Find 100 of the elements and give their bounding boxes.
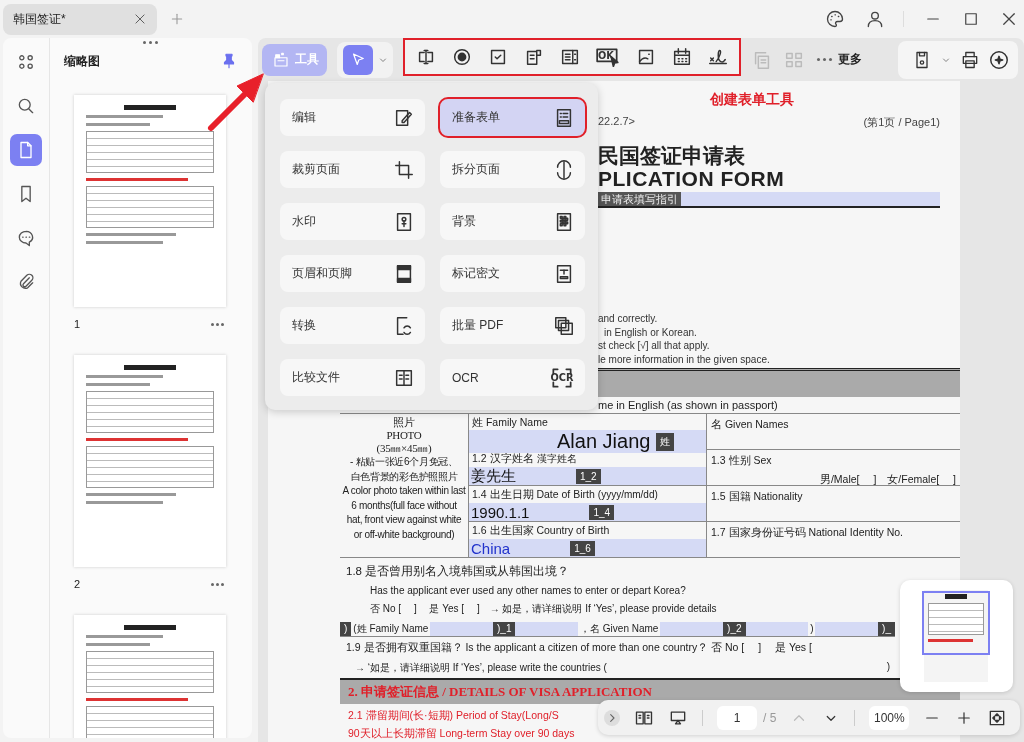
field-value: China <box>471 539 511 557</box>
field-value: Alan Jiang <box>557 430 651 453</box>
question-text: 1.9 是否拥有双重国籍？ Is the applicant a citizen of more than one country？ 否 No [ ] 是 Yes [ <box>346 641 813 655</box>
field-label: 1.2 汉字姓名 <box>472 452 534 464</box>
palette-icon[interactable] <box>825 9 845 29</box>
sparkle-icon[interactable] <box>988 48 1010 71</box>
viewport-frame[interactable] <box>922 591 990 655</box>
field-label: ) <box>808 622 816 636</box>
menu-item[interactable]: OCR OCR <box>440 359 585 396</box>
field-value: 1990.1.1 <box>471 503 530 521</box>
menu-item[interactable]: 拆分页面 <box>440 151 585 188</box>
field-tag: )_2 <box>723 622 746 636</box>
toolbox-icon <box>272 50 290 69</box>
field-sublabel: (yyyy/mm/dd) <box>597 489 658 500</box>
field-value: 姜先生 <box>471 466 516 486</box>
date-tool-icon[interactable] <box>671 46 693 68</box>
instruction-line: and correctly. <box>598 312 659 326</box>
crop-icon <box>393 158 415 181</box>
field-tag: 1_2 <box>576 468 601 484</box>
expand-icon[interactable] <box>604 709 620 726</box>
menu-item[interactable]: 准备表单 <box>440 99 585 136</box>
photo-instruction: PHOTO <box>386 429 422 442</box>
user-icon[interactable] <box>865 9 885 29</box>
instruction-line: in English or Korean. <box>603 325 698 339</box>
menu-item[interactable]: 转换 <box>280 307 425 344</box>
drag-handle-icon[interactable] <box>142 40 159 45</box>
question-text: 2.1 滞留期间(长·短期) Period of Stay(Long/S <box>348 709 559 723</box>
photo-instruction: 照片 <box>393 416 415 429</box>
form-field[interactable]: 姜先生 1_2 <box>469 467 706 485</box>
page-number: 2 <box>74 578 81 590</box>
field-tag: 1_4 <box>589 504 615 520</box>
instruction-line: le more information in the given space. <box>598 352 771 366</box>
photo-instruction: 白色背景的彩色护照照片 <box>350 469 458 484</box>
question-note: → ‘如是，请详细说明 If ‘Yes’, please write the countries ( <box>355 661 607 675</box>
page-thumbnail[interactable] <box>74 95 226 307</box>
page-number: 1 <box>74 318 81 330</box>
section-title: 2. 申请签证信息 / DETAILS OF VISA APPLICATION <box>348 683 652 701</box>
instruction-line: st check [√] all that apply. <box>598 339 711 353</box>
field-tag: 姓 <box>656 432 675 451</box>
sidebar-button[interactable] <box>10 134 42 166</box>
photo-instruction: 6 months(full face without <box>351 498 457 513</box>
annotation-text: 创建表单工具 <box>709 90 795 109</box>
menu-item[interactable]: 页眉和页脚 <box>280 255 425 292</box>
field-label: 1.4 出生日期 Date of Birth <box>472 488 595 500</box>
form-field[interactable]: 1990.1.1 1_4 <box>469 503 706 521</box>
form-title: PLICATION FORM <box>598 168 786 190</box>
select-tool-button[interactable] <box>343 44 373 75</box>
page-thumbnail[interactable] <box>74 355 226 567</box>
form-title: 民国签证申请表 <box>598 144 746 168</box>
page-input[interactable]: 1 <box>717 705 757 730</box>
close-icon[interactable] <box>1000 10 1018 28</box>
field-label: (姓 Family Name <box>351 622 431 636</box>
panel-title: 缩略图 <box>64 52 100 70</box>
maximize-icon[interactable] <box>962 10 980 28</box>
photo-instruction: A color photo taken within last <box>342 484 466 498</box>
form-field[interactable]: China 1_6 <box>469 539 706 557</box>
field-label: 姓 Family Name <box>472 416 548 428</box>
radio-tool-icon[interactable] <box>451 46 473 68</box>
photo-instruction: - 粘贴一张近6个月免冠、 <box>350 455 458 469</box>
menu-item[interactable]: 标记密文 <box>440 255 585 292</box>
question-text: 90天以上长期滞留 Long-term Stay over 90 days <box>348 727 576 741</box>
field-sublabel: 漢字姓名 <box>536 453 577 464</box>
field-label: 1.7 国家身份证号码 National Identity No. <box>711 526 904 540</box>
field-label: 1.5 国籍 Nationality <box>711 490 804 504</box>
menu-item[interactable]: 编辑 <box>280 99 425 136</box>
field-tag: )_1 <box>493 622 516 636</box>
field-label: 1.6 出生国家 Country of Birth <box>472 524 610 536</box>
bracket-text: ) <box>886 661 890 674</box>
document-date: 22.2.7> <box>598 115 635 129</box>
close-icon[interactable] <box>133 12 147 26</box>
page-label: (第1页 / Page1) <box>863 115 940 130</box>
photo-instruction: hat, front view against white <box>346 513 462 527</box>
question-options: 否 No [ ] 是 Yes [ ] → 如是，请详细说明 If ‘Yes’, please provide details <box>370 602 960 616</box>
zoom-field[interactable]: 100% <box>869 705 910 730</box>
batch-icon <box>553 314 575 337</box>
question-text: Has the applicant ever used any other names to enter or depart Korea? <box>370 585 687 596</box>
document-tab[interactable]: 韩国签证* <box>3 3 157 35</box>
field-tag: )_ <box>878 622 895 636</box>
photo-instruction: (35㎜×45㎜) <box>376 442 432 455</box>
page-total: / 5 <box>763 710 777 725</box>
field-label: 1.3 性别 Sex <box>711 454 773 468</box>
more-button[interactable]: 更多 <box>815 49 864 70</box>
guide-label: 申请表填写指引 <box>598 192 681 206</box>
print-icon[interactable] <box>960 49 980 70</box>
question-text: 1.8 是否曾用别名入境韩国或从韩国出境？ <box>346 564 571 579</box>
comment-icon <box>16 228 36 248</box>
field-label: ，名 Given Name <box>578 622 661 636</box>
form-field[interactable]: Alan Jiang 姓 <box>469 430 706 453</box>
field-label: 名 Given Names <box>711 418 790 432</box>
search-icon <box>16 96 36 116</box>
photo-instruction: or off-white background) <box>353 527 455 542</box>
gender-options: 男/Male[ ] 女/Female[ ] <box>819 473 960 487</box>
menu-item[interactable]: 比较文件 <box>280 359 425 396</box>
menu-item[interactable]: 水印 <box>280 203 425 240</box>
menu-item[interactable]: 背景 <box>440 203 585 240</box>
grid-icon <box>16 52 36 72</box>
field-tag: ) <box>340 622 352 636</box>
menu-item[interactable]: 裁剪页面 <box>280 151 425 188</box>
menu-item[interactable]: 批量 PDF <box>440 307 585 344</box>
field-tag: 1_6 <box>570 540 595 556</box>
